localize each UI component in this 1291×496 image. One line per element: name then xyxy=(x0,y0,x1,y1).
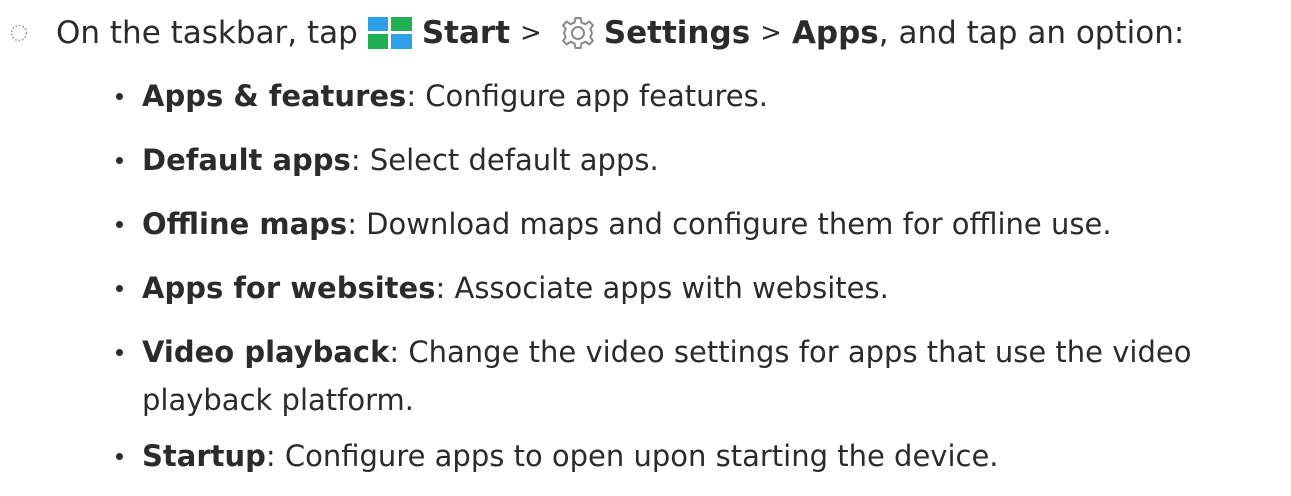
option-description: Configure app features. xyxy=(416,79,768,113)
instruction-step: On the taskbar, tap Start > Settings > A… xyxy=(8,8,1288,58)
option-colon: : xyxy=(389,335,400,369)
list-item: Apps & features: Configure app features. xyxy=(116,72,1286,120)
breadcrumb-separator: > xyxy=(760,18,782,48)
option-term: Apps for websites xyxy=(142,271,436,305)
bullet-dot xyxy=(116,221,123,228)
windows-start-icon xyxy=(367,17,412,49)
options-list: Apps & features: Configure app features.… xyxy=(116,72,1286,496)
option-description: Select default apps. xyxy=(360,143,659,177)
step-outro-text: , and tap an option: xyxy=(878,15,1185,51)
bullet-dot xyxy=(116,349,123,356)
option-term: Video playback xyxy=(142,335,390,369)
settings-label: Settings xyxy=(603,15,751,51)
start-label: Start xyxy=(421,15,511,51)
bullet-dot xyxy=(116,453,123,460)
list-item: Video playback: Change the video setting… xyxy=(116,328,1286,424)
bullet-dot xyxy=(116,93,123,100)
option-description: Associate apps with websites. xyxy=(445,271,889,305)
option-description: Change the video settings for apps that … xyxy=(399,335,1192,369)
option-description: Configure apps to open upon starting the… xyxy=(275,439,999,473)
option-term: Offline maps xyxy=(142,207,348,241)
option-colon: : xyxy=(435,271,446,305)
option-colon: : xyxy=(265,439,276,473)
option-description-continued: playback platform. xyxy=(142,383,414,417)
list-item: Default apps: Select default apps. xyxy=(116,136,1286,184)
list-item: Startup: Configure apps to open upon sta… xyxy=(116,432,1286,480)
option-colon: : xyxy=(406,79,417,113)
list-item: Apps for websites: Associate apps with w… xyxy=(116,264,1286,312)
step-intro-text: On the taskbar, tap xyxy=(56,15,358,51)
bullet-dot xyxy=(116,285,123,292)
dotted-circle-icon xyxy=(10,24,28,42)
list-item: Offline maps: Download maps and configur… xyxy=(116,200,1286,248)
option-term: Default apps xyxy=(142,143,351,177)
option-description: Download maps and configure them for off… xyxy=(356,207,1112,241)
breadcrumb-separator: > xyxy=(520,18,542,48)
option-term: Apps & features xyxy=(142,79,407,113)
document-page: On the taskbar, tap Start > Settings > A… xyxy=(0,0,1291,474)
gear-icon xyxy=(561,17,595,49)
bullet-dot xyxy=(116,157,123,164)
option-colon: : xyxy=(350,143,361,177)
option-colon: : xyxy=(347,207,357,241)
apps-label: Apps xyxy=(791,15,879,51)
option-term: Startup xyxy=(142,439,266,473)
